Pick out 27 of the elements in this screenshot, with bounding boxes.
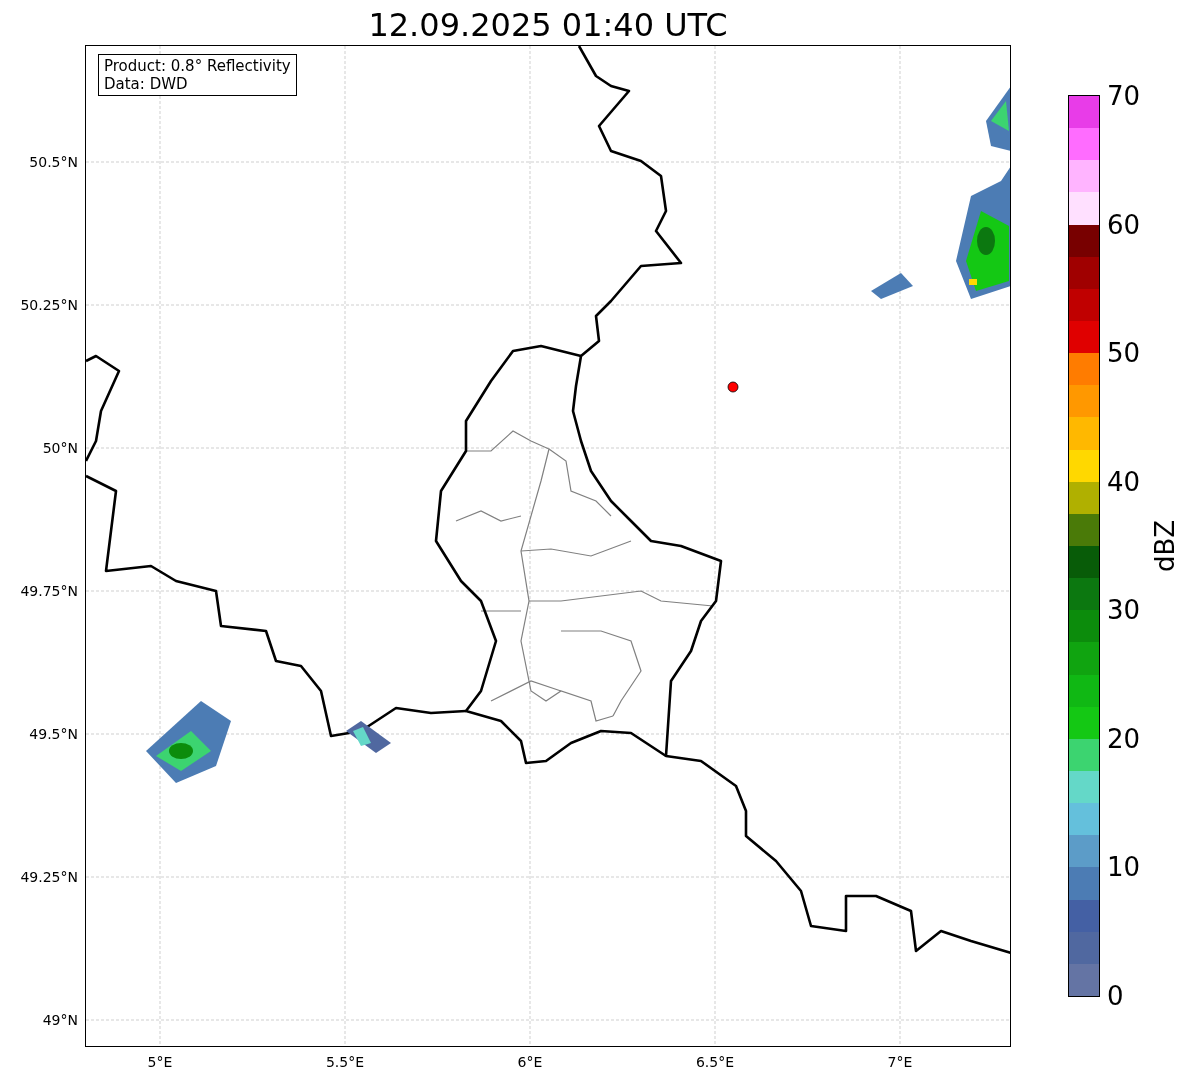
colorbar-tick-label: 30 (1107, 595, 1141, 626)
colorbar-tick-label: 0 (1107, 981, 1124, 1011)
x-tick-label: 5.5°E (325, 1053, 365, 1072)
colorbar-tick-label: 40 (1107, 466, 1141, 497)
y-tick-label: 50.25°N (20, 296, 78, 314)
radar-echo-drawing (346, 721, 391, 753)
x-tick-label: 5°E (147, 1053, 173, 1072)
colorbar-label: dBZ (1150, 519, 1180, 573)
x-tick-label: 6°E (517, 1053, 543, 1072)
info-text: Product: 0.8° Reflectivity (104, 57, 291, 75)
y-tick-label: 50.5°N (29, 153, 78, 171)
colorbar-tick-label: 20 (1107, 723, 1141, 754)
colorbar-tick-label: 60 (1107, 209, 1141, 240)
colorbar-tick-label: 50 (1107, 338, 1141, 369)
y-tick-label: 49.25°N (20, 868, 78, 886)
x-tick-label: 6.5°E (695, 1053, 735, 1072)
y-tick-label: 49°N (42, 1011, 78, 1029)
y-tick-label: 50°N (42, 439, 78, 457)
y-tick-label: 49.75°N (20, 582, 78, 600)
x-tick-label: 7°E (887, 1053, 913, 1072)
location-marker (727, 381, 739, 393)
radar-echo-drawing (871, 273, 913, 299)
colorbar-tick-label: 10 (1107, 852, 1141, 883)
info-text: Data: DWD (104, 75, 189, 93)
y-tick-label: 49.5°N (29, 725, 78, 743)
chart-title: 12.09.2025 01:40 UTC (368, 5, 728, 45)
colorbar-tick-label: 70 (1107, 81, 1141, 111)
